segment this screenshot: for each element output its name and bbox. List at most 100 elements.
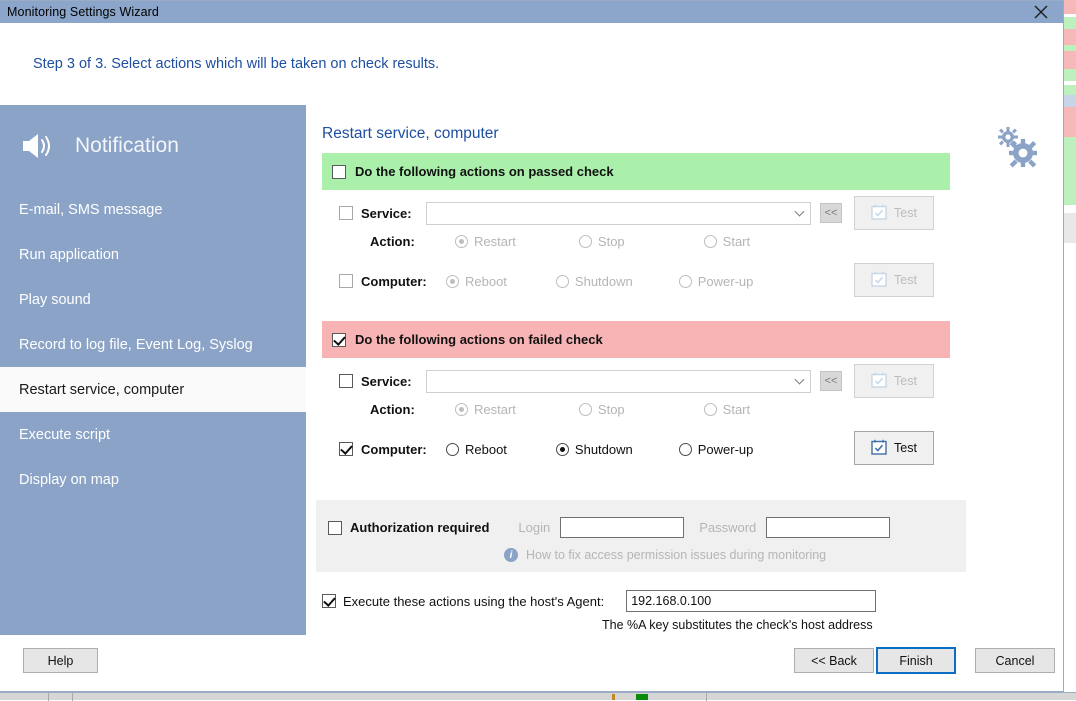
failed-computer-option-label: Shutdown bbox=[575, 442, 633, 457]
passed-action-radio-stop[interactable] bbox=[579, 235, 592, 248]
failed-computer-radio-powerup[interactable] bbox=[679, 443, 692, 456]
sidebar-item-display-on-map[interactable]: Display on map bbox=[0, 457, 306, 502]
calendar-check-icon bbox=[871, 271, 887, 290]
failed-computer-test-label: Test bbox=[894, 441, 917, 455]
agent-row: Execute these actions using the host's A… bbox=[322, 590, 876, 612]
failed-check-checkbox[interactable] bbox=[332, 333, 346, 347]
passed-action-row: Action: Restart Stop Start bbox=[322, 230, 950, 252]
failed-service-expand-button[interactable]: << bbox=[820, 371, 842, 391]
sidebar-item-label: Record to log file, Event Log, Syslog bbox=[19, 337, 253, 353]
failed-computer-test-button[interactable]: Test bbox=[854, 431, 934, 465]
failed-service-test-label: Test bbox=[894, 374, 917, 388]
failed-computer-checkbox[interactable] bbox=[339, 442, 353, 456]
password-label: Password bbox=[699, 520, 756, 535]
step-banner: Step 3 of 3. Select actions which will b… bbox=[0, 23, 1063, 105]
passed-computer-test-button[interactable]: Test bbox=[854, 263, 934, 297]
passed-action-option-label: Restart bbox=[474, 234, 516, 249]
passed-computer-test-label: Test bbox=[894, 273, 917, 287]
close-icon[interactable] bbox=[1019, 1, 1063, 23]
passed-action-option-label: Stop bbox=[598, 234, 625, 249]
login-label: Login bbox=[518, 520, 550, 535]
chevron-down-icon bbox=[795, 375, 805, 385]
finish-button[interactable]: Finish bbox=[876, 647, 956, 674]
password-field[interactable] bbox=[766, 517, 890, 538]
calendar-check-icon bbox=[871, 372, 887, 391]
sidebar-item-restart-service-computer[interactable]: Restart service, computer bbox=[0, 367, 306, 412]
failed-service-test-button[interactable]: Test bbox=[854, 364, 934, 398]
agent-checkbox[interactable] bbox=[322, 594, 336, 608]
failed-service-combobox[interactable] bbox=[426, 370, 811, 393]
passed-computer-radio-reboot[interactable] bbox=[446, 275, 459, 288]
authorization-panel: Authorization required Login Password i … bbox=[316, 500, 966, 572]
authorization-required-checkbox[interactable] bbox=[328, 521, 342, 535]
passed-service-test-label: Test bbox=[894, 206, 917, 220]
sidebar: Notification E-mail, SMS message Run app… bbox=[0, 105, 306, 635]
agent-hint: The %A key substitutes the check's host … bbox=[602, 618, 873, 632]
failed-service-checkbox[interactable] bbox=[339, 374, 353, 388]
failed-service-label: Service: bbox=[361, 374, 421, 389]
failed-action-option-label: Stop bbox=[598, 402, 625, 417]
help-button[interactable]: Help bbox=[23, 648, 98, 673]
authorization-main-row: Authorization required Login Password bbox=[328, 517, 890, 538]
passed-computer-radio-shutdown[interactable] bbox=[556, 275, 569, 288]
sidebar-item-label: Run application bbox=[19, 247, 119, 263]
cancel-button[interactable]: Cancel bbox=[975, 648, 1055, 673]
failed-check-label: Do the following actions on failed check bbox=[355, 332, 603, 347]
calendar-check-icon bbox=[871, 204, 887, 223]
passed-computer-option-label: Shutdown bbox=[575, 274, 633, 289]
login-field[interactable] bbox=[560, 517, 684, 538]
sidebar-item-label: Play sound bbox=[19, 292, 91, 308]
desktop-background: Monitoring Settings Wizard Step 3 of 3. … bbox=[0, 0, 1076, 700]
window-title: Monitoring Settings Wizard bbox=[7, 5, 159, 19]
step-text: Step 3 of 3. Select actions which will b… bbox=[33, 56, 439, 72]
failed-service-test-row: Test bbox=[854, 364, 944, 398]
failed-action-radio-restart[interactable] bbox=[455, 403, 468, 416]
taskbar-indicator bbox=[612, 694, 615, 700]
failed-computer-option-label: Reboot bbox=[465, 442, 507, 457]
sidebar-item-record-to-log[interactable]: Record to log file, Event Log, Syslog bbox=[0, 322, 306, 367]
failed-computer-radio-reboot[interactable] bbox=[446, 443, 459, 456]
speaker-icon bbox=[21, 131, 57, 161]
passed-service-test-button[interactable]: Test bbox=[854, 196, 934, 230]
sidebar-item-label: E-mail, SMS message bbox=[19, 202, 162, 218]
back-button[interactable]: << Back bbox=[794, 648, 874, 673]
sidebar-item-label: Execute script bbox=[19, 427, 110, 443]
passed-check-checkbox[interactable] bbox=[332, 165, 346, 179]
sidebar-item-run-application[interactable]: Run application bbox=[0, 232, 306, 277]
agent-address-value: 192.168.0.100 bbox=[631, 594, 711, 608]
taskbar-indicator bbox=[636, 694, 648, 700]
failed-computer-option-label: Power-up bbox=[698, 442, 754, 457]
passed-computer-checkbox[interactable] bbox=[339, 274, 353, 288]
main-content: Restart service, computer Do the followi… bbox=[306, 105, 1063, 635]
sidebar-item-label: Display on map bbox=[19, 472, 119, 488]
taskbar[interactable] bbox=[0, 692, 1076, 700]
passed-action-radio-start[interactable] bbox=[704, 235, 717, 248]
failed-action-radio-stop[interactable] bbox=[579, 403, 592, 416]
failed-check-band[interactable]: Do the following actions on failed check bbox=[322, 321, 950, 358]
passed-check-band[interactable]: Do the following actions on passed check bbox=[322, 153, 950, 190]
failed-action-radio-start[interactable] bbox=[704, 403, 717, 416]
sidebar-item-play-sound[interactable]: Play sound bbox=[0, 277, 306, 322]
sidebar-header: Notification bbox=[0, 105, 306, 167]
passed-service-label: Service: bbox=[361, 206, 421, 221]
failed-computer-radio-shutdown[interactable] bbox=[556, 443, 569, 456]
agent-address-field[interactable]: 192.168.0.100 bbox=[626, 590, 876, 612]
agent-label: Execute these actions using the host's A… bbox=[343, 594, 604, 609]
failed-action-option-label: Restart bbox=[474, 402, 516, 417]
authorization-help-row: i How to fix access permission issues du… bbox=[504, 548, 826, 562]
passed-action-radio-restart[interactable] bbox=[455, 235, 468, 248]
passed-computer-label: Computer: bbox=[361, 274, 433, 289]
passed-check-label: Do the following actions on passed check bbox=[355, 164, 614, 179]
sidebar-item-email-sms[interactable]: E-mail, SMS message bbox=[0, 187, 306, 232]
sidebar-item-execute-script[interactable]: Execute script bbox=[0, 412, 306, 457]
title-bar[interactable]: Monitoring Settings Wizard bbox=[0, 1, 1063, 23]
passed-computer-test-row: Test bbox=[854, 263, 944, 297]
failed-action-option-label: Start bbox=[723, 402, 750, 417]
passed-service-checkbox[interactable] bbox=[339, 206, 353, 220]
passed-action-label: Action: bbox=[370, 234, 428, 249]
failed-computer-test-row: Test bbox=[854, 431, 944, 465]
passed-computer-radio-powerup[interactable] bbox=[679, 275, 692, 288]
passed-service-expand-button[interactable]: << bbox=[820, 203, 842, 223]
authorization-help-link[interactable]: How to fix access permission issues duri… bbox=[526, 548, 826, 562]
passed-service-combobox[interactable] bbox=[426, 202, 811, 225]
